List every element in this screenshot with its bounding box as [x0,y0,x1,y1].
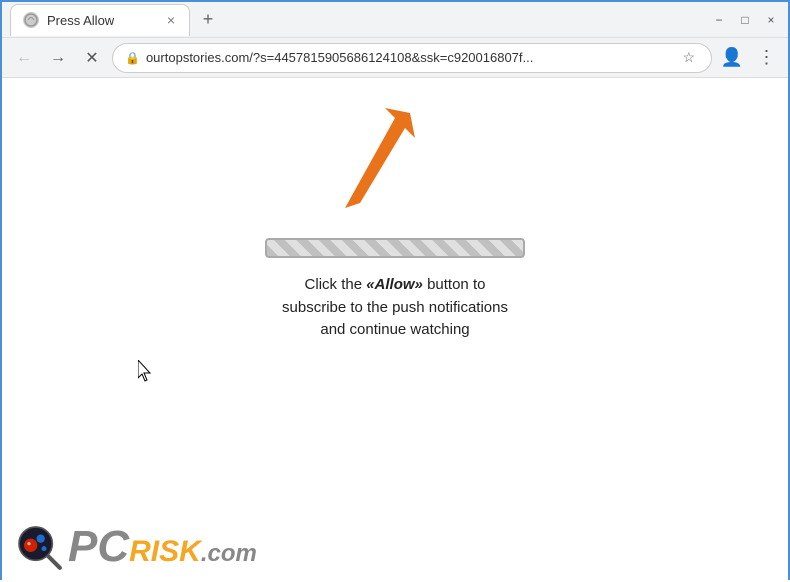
progress-area: Click the «Allow» button to subscribe to… [255,238,535,342]
address-bar[interactable]: 🔒 ourtopstories.com/?s=44578159056861241… [112,43,712,73]
orange-arrow-icon [315,98,445,228]
arrow-container [315,98,445,233]
bookmark-icon[interactable]: ☆ [678,47,699,68]
tab-favicon [23,12,39,28]
forward-button[interactable]: → [44,44,72,72]
toolbar: ← → ✕ 🔒 ourtopstories.com/?s=44578159056… [2,38,788,78]
browser-tab[interactable]: Press Allow × [10,4,190,36]
pcrisk-logo-icon [14,522,64,572]
page-content: Click the «Allow» button to subscribe to… [2,78,788,582]
mouse-cursor [138,360,150,378]
maximize-button[interactable]: □ [736,11,754,29]
pc-text: PC [68,522,129,572]
window-controls: − □ × [710,11,780,29]
dotcom-text: .com [201,540,257,568]
back-button[interactable]: ← [10,44,38,72]
progress-bar [265,238,525,258]
url-text: ourtopstories.com/?s=4457815905686124108… [146,50,672,65]
allow-text: «Allow» [366,276,423,293]
pcrisk-logo: PC RISK .com [14,522,257,572]
page-message: Click the «Allow» button to subscribe to… [255,274,535,342]
profile-icon[interactable]: 👤 [718,44,746,72]
tab-title: Press Allow [47,13,157,28]
lock-icon: 🔒 [125,51,140,65]
title-bar: Press Allow × + − □ × [2,2,788,38]
menu-icon[interactable]: ⋮ [752,44,780,72]
reload-button[interactable]: ✕ [78,44,106,72]
tab-close-button[interactable]: × [165,12,177,28]
tab-area: Press Allow × + [10,4,710,36]
new-tab-button[interactable]: + [194,6,222,34]
close-window-button[interactable]: × [762,11,780,29]
minimize-button[interactable]: − [710,11,728,29]
message-part1: Click the [305,276,367,293]
risk-text: RISK [129,535,201,569]
pcrisk-text-logo: PC RISK .com [68,522,257,572]
